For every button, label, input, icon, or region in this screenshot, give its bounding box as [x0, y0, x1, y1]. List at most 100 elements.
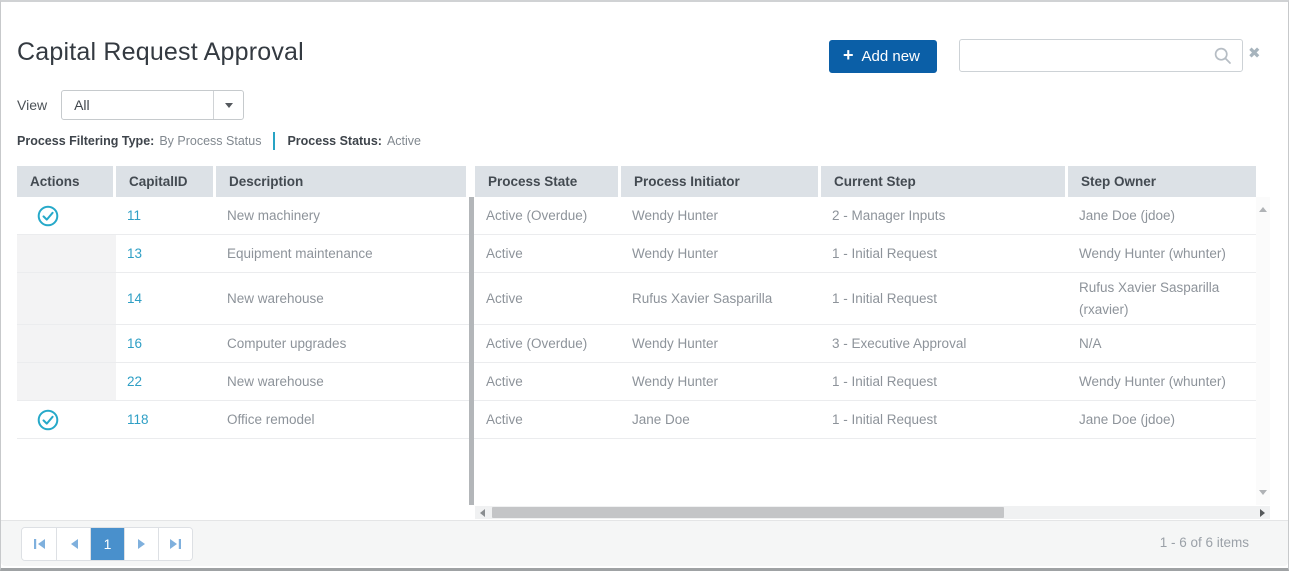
pager-group: 1 [21, 527, 193, 561]
column-header-current-step[interactable]: Current Step [821, 166, 1068, 197]
description-cell: Equipment maintenance [216, 235, 469, 272]
process-state-cell: Active [475, 273, 621, 324]
capital-id-cell: 118 [116, 401, 216, 438]
scroll-down-icon[interactable] [1259, 490, 1267, 495]
actions-cell[interactable] [17, 401, 116, 438]
step-owner-cell: Jane Doe (jdoe) [1068, 197, 1256, 234]
column-header-process-state[interactable]: Process State [475, 166, 621, 197]
table-row: 14 New warehouseActive Rufus Xavier Saspar… [17, 273, 1270, 325]
table-row: 13Equipment maintenanceActiveWendy Hunte… [17, 235, 1270, 273]
process-state-cell: Active [475, 401, 621, 438]
pager-bar: 1 1 - 6 of 6 items [1, 520, 1288, 566]
process-state-cell: Active (Overdue) [475, 325, 621, 362]
table-row: 22New warehouseActiveWendy Hunter1 - Ini… [17, 363, 1270, 401]
horizontal-scrollbar-thumb[interactable] [492, 507, 1004, 518]
frozen-column-divider [469, 197, 474, 505]
add-new-button[interactable]: + Add new [829, 40, 937, 73]
capital-id-cell: 16 [116, 325, 216, 362]
capital-id-cell: 14 [116, 273, 216, 324]
column-header-step-owner[interactable]: Step Owner [1068, 166, 1256, 197]
search-input[interactable] [960, 40, 1242, 71]
capital-id-cell: 22 [116, 363, 216, 400]
table-row: 16 Computer upgradesActive (Overdue)Wendy… [17, 325, 1270, 363]
scroll-up-icon[interactable] [1259, 207, 1267, 212]
step-owner-cell: Jane Doe (jdoe) [1068, 401, 1256, 438]
process-initiator-cell: Jane Doe [621, 401, 821, 438]
current-step-cell: 2 - Manager Inputs [821, 197, 1068, 234]
step-owner-cell: Wendy Hunter (whunter) [1068, 235, 1256, 272]
column-header-description[interactable]: Description [216, 166, 469, 197]
process-state-cell: Active (Overdue) [475, 197, 621, 234]
current-step-cell: 1 - Initial Request [821, 235, 1068, 272]
data-grid: ActionsCapitalIDDescriptionProcess State… [17, 166, 1270, 506]
current-step-cell: 3 - Executive Approval [821, 325, 1068, 362]
vertical-scrollbar[interactable] [1256, 197, 1270, 505]
pager-page-1-button[interactable]: 1 [90, 528, 124, 560]
grid-body: 11New machineryActive (Overdue)Wendy Hun… [17, 197, 1270, 439]
capital-id-link[interactable]: 118 [127, 409, 149, 431]
actions-cell [17, 325, 116, 362]
close-icon[interactable]: ✖ [1248, 46, 1261, 61]
add-new-label: Add new [862, 48, 920, 65]
step-owner-cell: N/A [1068, 325, 1256, 362]
description-cell: New machinery [216, 197, 469, 234]
scroll-right-icon[interactable] [1260, 509, 1265, 517]
search-box [959, 39, 1243, 72]
grid-header-row: ActionsCapitalIDDescriptionProcess State… [17, 166, 1270, 197]
step-owner-cell: Wendy Hunter (whunter) [1068, 363, 1256, 400]
process-state-cell: Active [475, 235, 621, 272]
description-cell: New warehouse [216, 363, 469, 400]
capital-id-link[interactable]: 16 [127, 333, 142, 355]
column-header-process-initiator[interactable]: Process Initiator [621, 166, 821, 197]
process-initiator-cell: Wendy Hunter [621, 235, 821, 272]
step-owner-cell: Rufus Xavier Sasparilla (rxavier) [1068, 273, 1256, 324]
plus-icon: + [843, 45, 854, 66]
process-initiator-cell: Wendy Hunter [621, 325, 821, 362]
filter-type-label: Process Filtering Type: [17, 134, 154, 148]
description-cell: Computer upgrades [216, 325, 469, 362]
filter-type-value: By Process Status [159, 134, 261, 148]
column-header-actions[interactable]: Actions [17, 166, 116, 197]
actions-cell [17, 235, 116, 272]
capital-id-cell: 11 [116, 197, 216, 234]
column-header-capitalid[interactable]: CapitalID [116, 166, 216, 197]
process-status-label: Process Status: [287, 134, 382, 148]
view-dropdown-button[interactable] [213, 91, 243, 119]
table-row: 11 New machineryActive (Overdue)Wendy Hun… [17, 197, 1270, 235]
pager-last-button[interactable] [158, 528, 192, 560]
process-initiator-cell: Wendy Hunter [621, 363, 821, 400]
page-title: Capital Request Approval [17, 38, 304, 67]
process-initiator-cell: Wendy Hunter [621, 197, 821, 234]
search-icon[interactable] [1213, 46, 1233, 66]
capital-id-link[interactable]: 22 [127, 371, 142, 393]
capital-request-approval-page: Capital Request Approval + Add new ✖ Vie… [0, 0, 1289, 571]
task-available-check-icon[interactable] [37, 205, 59, 227]
view-dropdown-value: All [74, 97, 90, 113]
current-step-cell: 1 - Initial Request [821, 363, 1068, 400]
current-step-cell: 1 - Initial Request [821, 401, 1068, 438]
filter-separator [273, 132, 275, 150]
table-row: 118 Office remodelActiveJane Doe1 - Initi… [17, 401, 1270, 439]
actions-cell [17, 363, 116, 400]
capital-id-cell: 13 [116, 235, 216, 272]
view-label: View [17, 97, 47, 113]
view-filter-row: View All [17, 90, 244, 120]
chevron-down-icon [225, 103, 233, 108]
actions-cell [17, 273, 116, 324]
task-available-check-icon[interactable] [37, 409, 59, 431]
capital-id-link[interactable]: 11 [127, 205, 141, 227]
process-status-value: Active [387, 134, 421, 148]
pager-next-button[interactable] [124, 528, 158, 560]
actions-cell[interactable] [17, 197, 116, 234]
pager-first-button[interactable] [22, 528, 56, 560]
process-filter-info: Process Filtering Type: By Process Statu… [17, 131, 421, 151]
scroll-left-icon[interactable] [480, 509, 485, 517]
description-cell: New warehouse [216, 273, 469, 324]
pager-prev-button[interactable] [56, 528, 90, 560]
current-step-cell: 1 - Initial Request [821, 273, 1068, 324]
capital-id-link[interactable]: 13 [127, 243, 142, 265]
horizontal-scrollbar[interactable] [475, 506, 1270, 519]
capital-id-link[interactable]: 14 [127, 288, 142, 310]
description-cell: Office remodel [216, 401, 469, 438]
view-dropdown[interactable]: All [61, 90, 244, 120]
